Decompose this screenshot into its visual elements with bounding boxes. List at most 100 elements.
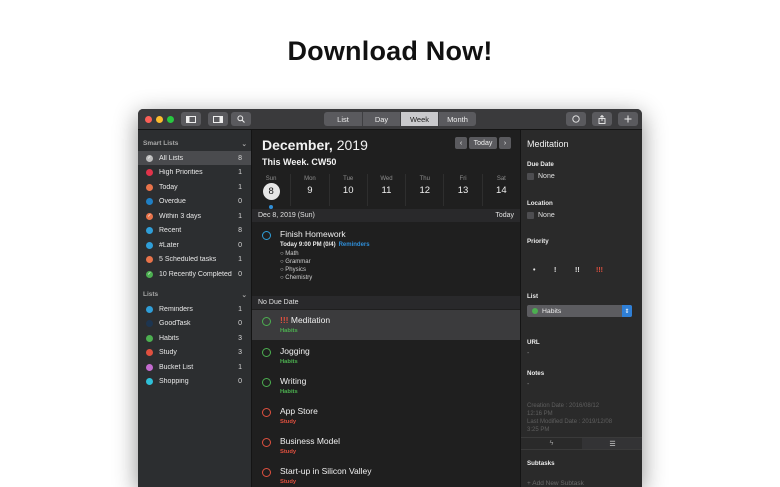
list-color-dot — [146, 363, 153, 371]
subtask-item[interactable]: ○ Grammar — [280, 259, 311, 265]
check-circle-icon: ✓ — [146, 212, 153, 220]
task-checkbox[interactable] — [262, 317, 271, 326]
list-color-dot — [532, 308, 538, 314]
plus-icon — [624, 115, 632, 123]
subtask-item[interactable]: ○ Chemistry — [280, 275, 312, 281]
task-checkbox[interactable] — [262, 231, 271, 240]
sidebar-item-today[interactable]: Today 1 — [138, 180, 251, 194]
task-row[interactable]: !!! Meditation Habits — [252, 310, 520, 340]
view-week-tab[interactable]: Week — [400, 112, 438, 126]
complete-button[interactable] — [566, 112, 586, 126]
sidebar-item-recent[interactable]: Recent 8 — [138, 224, 251, 238]
toggle-sidebar-button[interactable] — [181, 112, 201, 126]
week-title: This Week. CW50 — [262, 157, 337, 167]
due-date-checkbox[interactable]: None — [527, 173, 555, 180]
add-task-button[interactable] — [618, 112, 638, 126]
day-tue[interactable]: Tue 10 — [328, 174, 367, 206]
sun-icon — [146, 183, 153, 191]
day-sun[interactable]: Sun 8 — [252, 174, 290, 209]
view-switcher: List Day Week Month — [324, 112, 476, 126]
today-button[interactable]: Today — [469, 137, 497, 149]
task-row[interactable]: Start-up in Silicon Valley Study — [252, 460, 520, 487]
updown-chevron-icon: ⇕ — [622, 305, 632, 317]
priority-medium[interactable]: !! — [575, 267, 580, 274]
sidebar-item-bucket-list[interactable]: Bucket List 1 — [138, 360, 251, 374]
toggle-inspector-button[interactable] — [208, 112, 228, 126]
priority-low[interactable]: ! — [554, 267, 556, 274]
sidebar-item-shopping[interactable]: Shopping 0 — [138, 375, 251, 389]
lightning-tab[interactable]: ϟ — [521, 438, 582, 449]
smart-lists-header[interactable]: Smart Lists ⌄ — [143, 140, 247, 148]
next-week-button[interactable]: › — [499, 137, 511, 149]
search-button[interactable] — [231, 112, 251, 126]
prev-week-button[interactable]: ‹ — [455, 137, 467, 149]
list-color-dot — [146, 334, 153, 342]
inspector-title[interactable]: Meditation — [527, 139, 569, 149]
day-mon[interactable]: Mon 9 — [290, 174, 328, 206]
view-list-tab[interactable]: List — [324, 112, 362, 126]
check-circle-icon: ✓ — [146, 270, 153, 278]
list-color-dot — [146, 305, 153, 313]
app-window: List Day Week Month Smart Lists ⌄ ✓ All … — [138, 109, 642, 487]
list-tab[interactable]: ☰ — [582, 438, 642, 449]
chevron-down-icon: ⌄ — [241, 141, 247, 148]
sidebar-item-later[interactable]: #Later 0 — [138, 238, 251, 252]
day-wed[interactable]: Wed 11 — [366, 174, 405, 206]
zoom-window-button[interactable] — [167, 116, 174, 123]
headline: Download Now! — [287, 36, 493, 66]
task-row[interactable]: Finish Homework Today 9:00 PM (0/4) Remin… — [252, 222, 520, 290]
week-view: December, 2019 This Week. CW50 ‹ Today ›… — [252, 130, 520, 487]
calendar-icon — [146, 256, 153, 263]
sidebar-item-study[interactable]: Study 3 — [138, 346, 251, 360]
search-icon — [237, 115, 245, 123]
sidebar-item-scheduled[interactable]: 5 Scheduled tasks 1 — [138, 253, 251, 267]
sidebar-item-within-3-days[interactable]: ✓ Within 3 days 1 — [138, 209, 251, 223]
task-row[interactable]: Business Model Study — [252, 430, 520, 460]
task-checkbox[interactable] — [262, 438, 271, 447]
subtask-item[interactable]: ○ Math — [280, 251, 299, 257]
task-checkbox[interactable] — [262, 468, 271, 477]
sidebar-item-habits[interactable]: Habits 3 — [138, 331, 251, 345]
task-checkbox[interactable] — [262, 348, 271, 357]
flag-icon — [146, 169, 153, 176]
toolbar: List Day Week Month — [138, 109, 642, 130]
sidebar-item-all-lists[interactable]: ✓ All Lists 8 — [138, 151, 251, 165]
day-sat[interactable]: Sat 14 — [481, 174, 520, 206]
priority-high[interactable]: !!! — [596, 267, 603, 274]
subtask-item[interactable]: ○ Physics — [280, 267, 306, 273]
list-color-dot — [146, 320, 153, 327]
month-title: December, 2019 — [262, 137, 368, 153]
sidebar-item-recently-completed[interactable]: ✓ 10 Recently Completed 0 — [138, 267, 251, 281]
sidebar-item-reminders[interactable]: Reminders 1 — [138, 302, 251, 316]
share-button[interactable] — [592, 112, 612, 126]
chevron-down-icon: ⌄ — [241, 292, 247, 299]
view-month-tab[interactable]: Month — [438, 112, 476, 126]
task-checkbox[interactable] — [262, 408, 271, 417]
date-section-header: Dec 8, 2019 (Sun) Today — [252, 209, 520, 222]
task-checkbox[interactable] — [262, 378, 271, 387]
list-select[interactable]: Habits ⇕ — [527, 305, 632, 317]
task-row[interactable]: Jogging Habits — [252, 340, 520, 370]
list-color-dot — [146, 378, 153, 385]
location-checkbox[interactable]: None — [527, 212, 555, 219]
task-row[interactable]: Writing Habits — [252, 370, 520, 400]
day-fri[interactable]: Fri 13 — [443, 174, 481, 206]
view-day-tab[interactable]: Day — [362, 112, 400, 126]
priority-none[interactable]: • — [533, 267, 535, 274]
lightning-icon: ϟ — [549, 440, 554, 447]
chevron-left-icon: ‹ — [459, 139, 463, 147]
add-subtask-field[interactable]: + Add New Subtask — [527, 480, 584, 487]
task-inspector: Meditation Due Date None Location None P… — [520, 130, 642, 487]
day-thu[interactable]: Thu 12 — [405, 174, 443, 206]
task-row[interactable]: App Store Study — [252, 400, 520, 430]
tag-icon — [146, 241, 153, 249]
list-icon: ☰ — [609, 440, 616, 448]
close-window-button[interactable] — [145, 116, 152, 123]
sidebar-item-overdue[interactable]: Overdue 0 — [138, 195, 251, 209]
sidebar-item-goodtask[interactable]: GoodTask 0 — [138, 317, 251, 331]
notes-field[interactable]: - — [527, 381, 529, 388]
minimize-window-button[interactable] — [156, 116, 163, 123]
sidebar-item-high-priorities[interactable]: High Priorities 1 — [138, 166, 251, 180]
lists-header[interactable]: Lists ⌄ — [143, 291, 247, 299]
url-field[interactable]: - — [527, 350, 529, 357]
